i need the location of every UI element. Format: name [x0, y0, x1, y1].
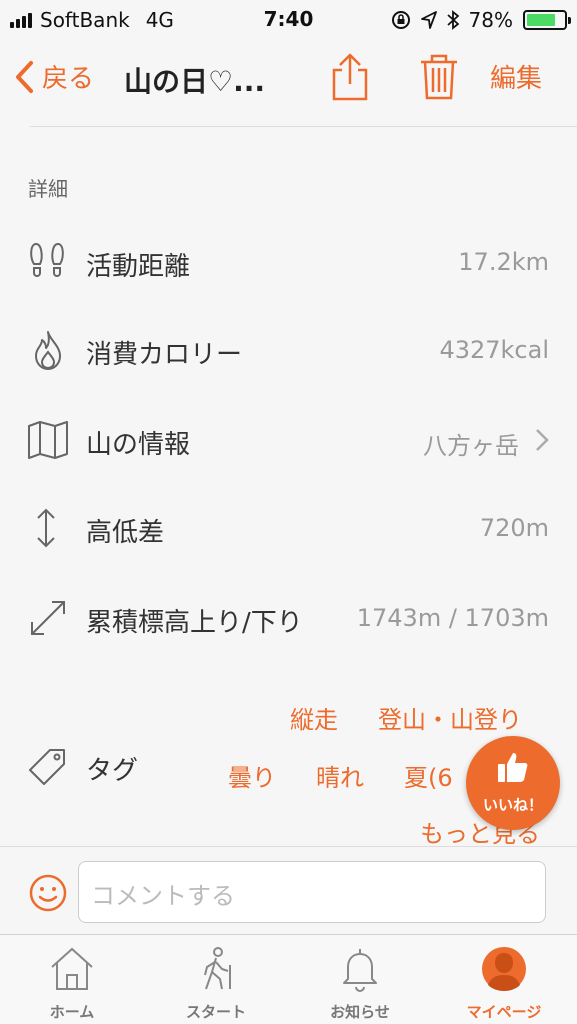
bluetooth-icon — [446, 10, 459, 30]
thumbs-up-icon — [498, 753, 528, 782]
rotation-lock-icon — [391, 11, 410, 29]
comment-bar: コメントする — [0, 846, 577, 934]
detail-label: 山の情報 — [86, 430, 191, 460]
back-button[interactable]: 戻る — [14, 58, 94, 95]
vertical-arrows-icon — [37, 508, 55, 548]
detail-value: 4327kcal — [439, 336, 549, 364]
tag-item[interactable]: 縦走 — [290, 700, 338, 735]
tab-mypage[interactable]: マイページ — [432, 935, 576, 1024]
like-button[interactable]: いいね！ — [466, 736, 560, 830]
page-title: 山の日♡... — [124, 65, 266, 98]
detail-label: 消費カロリー — [86, 340, 243, 370]
detail-row-distance: 活動距離 17.2km — [0, 232, 577, 292]
tab-start[interactable]: スタート — [144, 935, 288, 1024]
tab-label: スタート — [185, 1003, 246, 1021]
detail-label: 高低差 — [86, 518, 165, 548]
detail-row-calories: 消費カロリー 4327kcal — [0, 320, 577, 380]
tab-label: ホーム — [49, 1003, 95, 1021]
nav-bar: 戻る 山の日♡... 編集 — [0, 40, 577, 118]
tag-item[interactable]: 曇り — [228, 758, 276, 793]
section-title-details: 詳細 — [28, 177, 68, 201]
share-icon — [332, 53, 368, 101]
status-right: 78% — [391, 8, 571, 32]
battery-fill — [527, 14, 556, 26]
tab-label: お知らせ — [330, 1003, 390, 1021]
battery-percent: 78% — [468, 8, 513, 32]
edit-button[interactable]: 編集 — [490, 58, 542, 95]
smiley-icon[interactable] — [28, 873, 68, 913]
tag-item[interactable]: 登山・山登り — [378, 700, 522, 735]
chevron-right-icon — [536, 429, 549, 451]
battery-icon — [523, 10, 571, 30]
tag-item[interactable]: 晴れ — [316, 758, 364, 793]
tab-notifications[interactable]: お知らせ — [288, 935, 432, 1024]
detail-value: 1743m / 1703m — [356, 604, 549, 632]
bell-icon — [343, 949, 377, 992]
share-button[interactable] — [328, 52, 372, 106]
tag-item[interactable]: 夏(6 — [404, 758, 453, 793]
comment-input[interactable]: コメントする — [78, 861, 546, 923]
divider — [30, 126, 577, 127]
tag-icon — [29, 749, 65, 785]
detail-row-mountain-info[interactable]: 山の情報 八方ヶ岳 — [0, 410, 577, 470]
home-icon — [51, 947, 93, 990]
chevron-left-icon — [16, 60, 33, 93]
detail-row-elevation-diff: 高低差 720m — [0, 498, 577, 558]
tab-home[interactable]: ホーム — [0, 935, 144, 1024]
detail-value: 720m — [479, 514, 549, 542]
footprints-icon — [30, 242, 64, 277]
tags-label: タグ — [86, 756, 139, 786]
walker-icon — [204, 947, 231, 990]
location-icon — [420, 11, 437, 29]
map-icon — [28, 421, 68, 459]
detail-label: 活動距離 — [86, 252, 191, 282]
status-bar: SoftBank 4G 7:40 78% — [0, 0, 577, 40]
tab-label: マイページ — [466, 1003, 542, 1021]
trash-icon — [421, 54, 457, 100]
tab-bar: ホーム スタート お知らせ マイページ — [0, 934, 577, 1024]
detail-value: 17.2km — [458, 248, 549, 276]
diagonal-arrows-icon — [31, 601, 65, 635]
user-icon — [482, 947, 526, 991]
like-label: いいね！ — [482, 796, 543, 814]
detail-label: 累積標高上り/下り — [86, 608, 303, 638]
flame-icon — [35, 331, 61, 370]
delete-button[interactable] — [418, 52, 460, 106]
detail-row-cumulative-elevation: 累積標高上り/下り 1743m / 1703m — [0, 588, 577, 648]
detail-value: 八方ヶ岳 — [423, 432, 519, 460]
back-label: 戻る — [42, 64, 95, 94]
